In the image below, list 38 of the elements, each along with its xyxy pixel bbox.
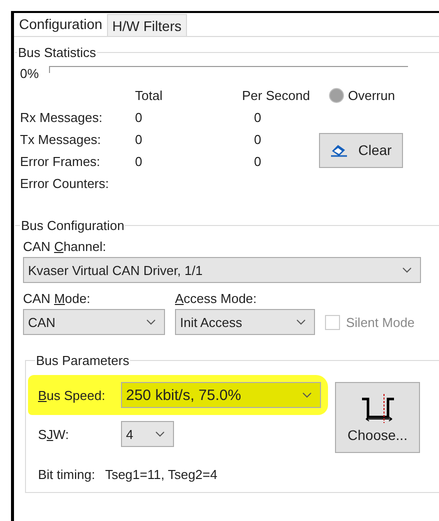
tab[interactable]: H/W Filters — [107, 14, 186, 36]
value-text: 0 — [253, 154, 262, 168]
row-label: Error Frames: — [20, 154, 102, 168]
choose-button[interactable]: Choose... — [335, 382, 420, 453]
value-text: 0 — [253, 132, 262, 146]
row-label: Tx Messages: — [20, 132, 102, 146]
value-text: 0 — [135, 110, 144, 124]
field-label: Access Mode: — [175, 291, 258, 306]
dropdown[interactable]: CAN — [23, 309, 165, 335]
dropdown[interactable]: 250 kbit/s, 75.0% — [121, 382, 321, 408]
led-label: Overrun — [348, 88, 395, 102]
value-text: Tseg1=11, Tseg2=4 — [105, 467, 218, 482]
value-text: 0 — [253, 110, 262, 124]
field-label: Bit timing: — [38, 467, 96, 482]
chevron-down-icon — [296, 319, 306, 325]
eraser-icon — [330, 143, 348, 157]
field-label: CAN Mode: — [23, 291, 92, 306]
field-label: Bus Speed: — [38, 388, 106, 402]
dropdown[interactable]: Kvaser Virtual CAN Driver, 1/1 — [23, 257, 421, 283]
row-label: Rx Messages: — [20, 110, 104, 124]
field-label: CAN Channel: — [23, 239, 108, 254]
group-title: Bus Statistics — [17, 45, 98, 60]
chevron-down-icon — [146, 319, 156, 325]
group-title: Bus Configuration — [20, 218, 126, 233]
column-header: Total — [135, 88, 164, 102]
row-label: Error Counters: — [20, 176, 110, 190]
value-text: 0 — [135, 154, 144, 168]
field-label: SJW: — [38, 426, 70, 442]
dropdown[interactable]: Init Access — [175, 309, 315, 335]
clear-button[interactable]: Clear — [319, 132, 403, 168]
value-text: 0 — [135, 132, 144, 146]
chevron-down-icon — [302, 392, 312, 398]
column-header: Per Second — [242, 88, 311, 102]
load-reading: 0% — [20, 66, 39, 81]
group-title: Bus Parameters — [35, 353, 130, 368]
chevron-down-icon — [155, 431, 165, 437]
chevron-down-icon — [402, 267, 412, 273]
dropdown[interactable]: 4 — [121, 421, 174, 447]
